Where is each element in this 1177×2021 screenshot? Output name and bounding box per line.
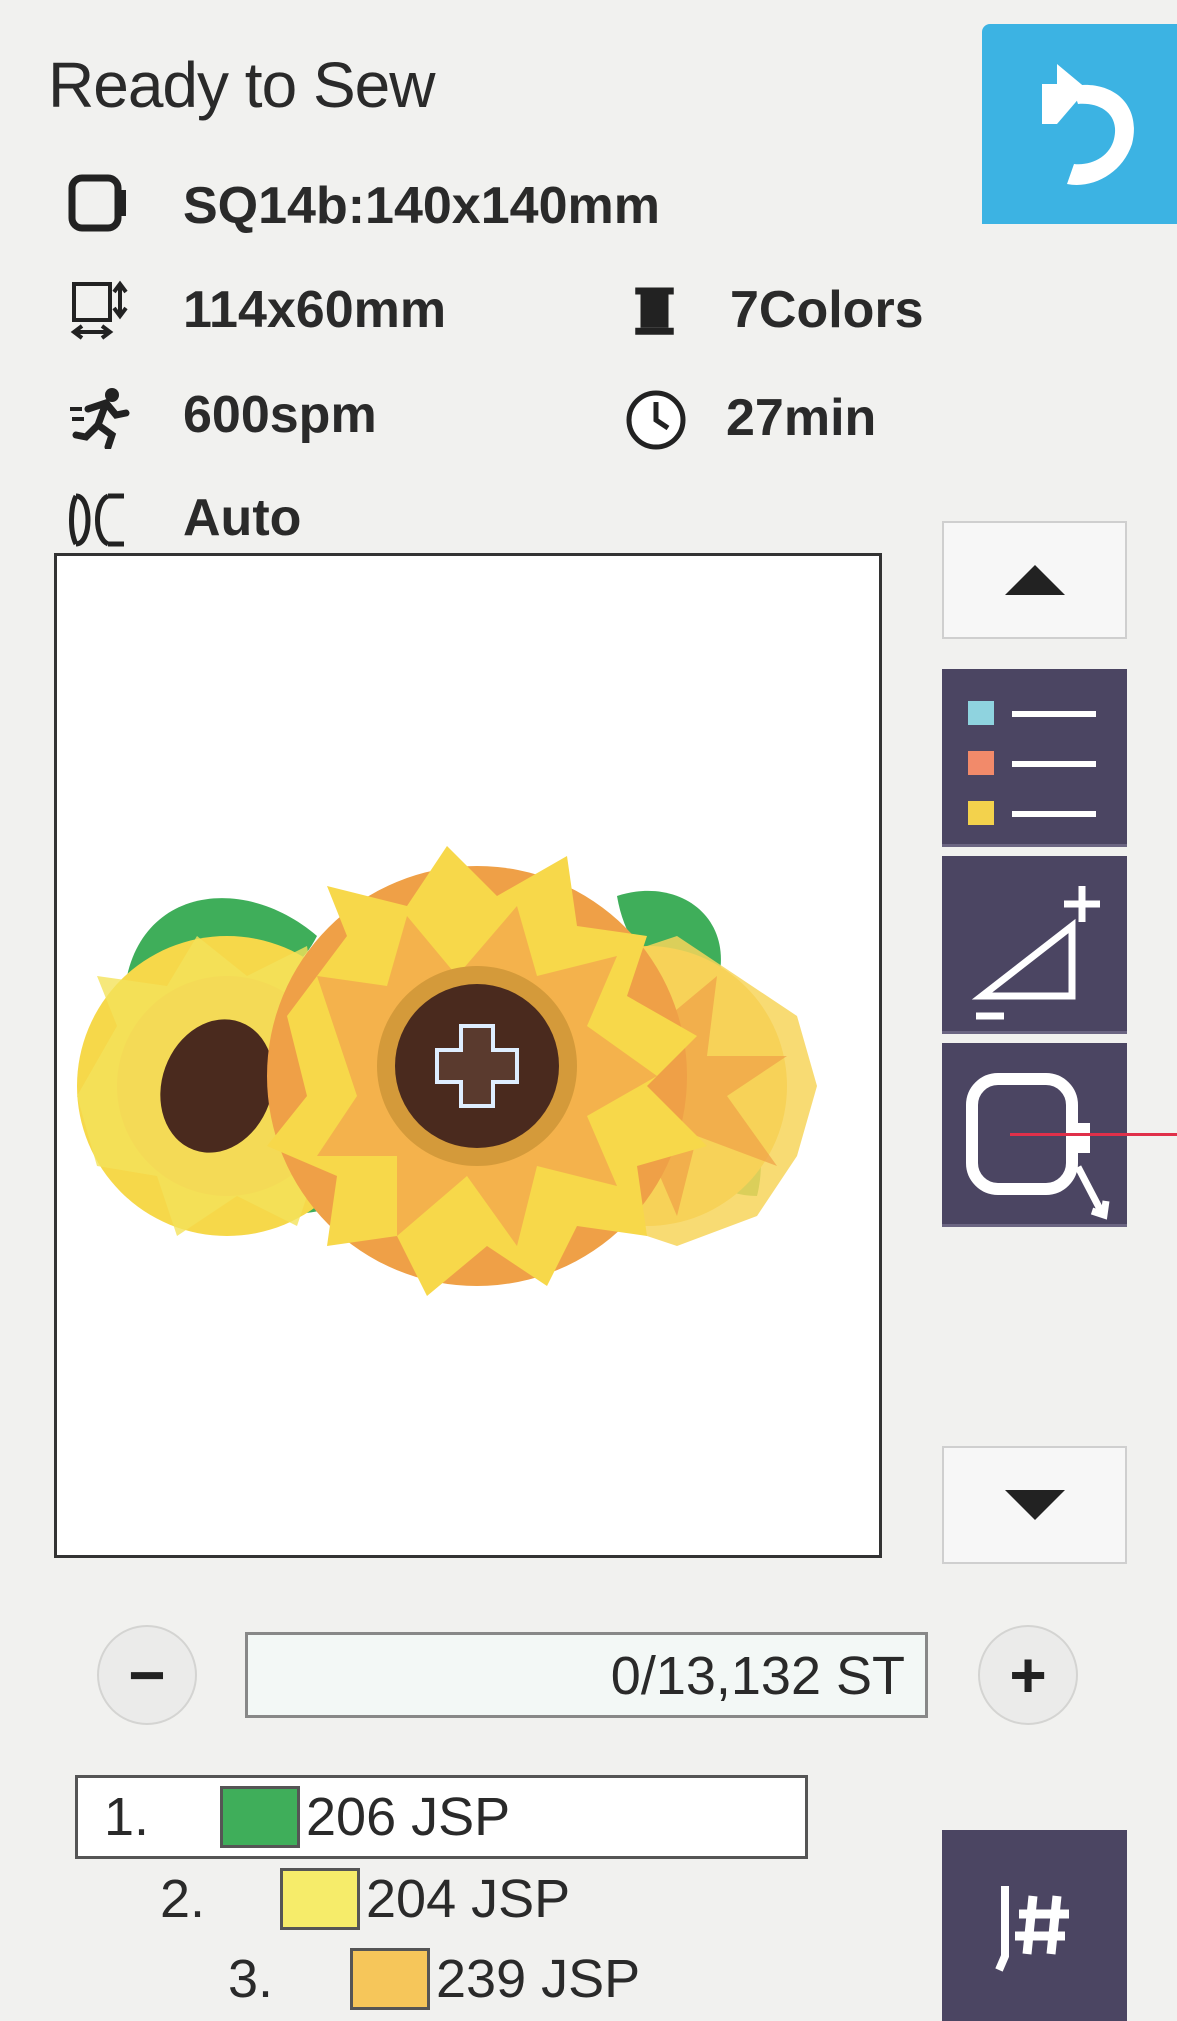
clock-icon [626, 390, 686, 450]
thread-color-swatch [350, 1948, 430, 2010]
triangle-down-icon [1004, 1490, 1065, 1520]
thread-color-swatch [220, 1786, 300, 1848]
thread-index: 3. [228, 1949, 274, 2009]
thread-index: 1. [104, 1787, 150, 1847]
minus-icon: − [128, 1639, 166, 1711]
thread-cut-text: Auto [183, 489, 302, 547]
color-list-icon [968, 701, 1096, 825]
page-title: Ready to Sew [48, 49, 435, 121]
thread-spool-icon [635, 287, 674, 335]
time-text: 27min [726, 389, 877, 447]
triangle-up-icon [1004, 565, 1065, 595]
thread-list-item[interactable]: 2. 204 JSP [160, 1860, 570, 1938]
thread-code: 239 JSP [436, 1949, 641, 2009]
thread-index: 2. [160, 1869, 206, 1929]
scroll-down-button[interactable] [942, 1446, 1127, 1564]
stitch-jump-button[interactable] [942, 1830, 1127, 2021]
scissors-icon [69, 493, 124, 547]
back-button[interactable] [982, 24, 1177, 224]
design-size-text: 114x60mm [183, 281, 447, 339]
resize-button[interactable] [942, 856, 1127, 1034]
colors-count-text: 7Colors [730, 281, 924, 339]
thread-list-item[interactable]: 1. 206 JSP [75, 1775, 808, 1859]
stitch-jump-icon [994, 1885, 1069, 1972]
resize-icon [971, 886, 1100, 1020]
running-man-icon [70, 388, 130, 449]
speed-text: 600spm [183, 386, 377, 444]
pointer-line [1010, 1133, 1177, 1136]
color-list-button[interactable] [942, 669, 1127, 847]
stitch-minus-button[interactable]: − [97, 1625, 197, 1725]
thread-list-item[interactable]: 3. 239 JSP [228, 1940, 640, 2018]
stitch-count-display: 0/13,132 ST [245, 1632, 928, 1718]
hoop-icon [68, 174, 126, 232]
return-arrow-icon [1042, 64, 1134, 185]
thread-color-swatch [280, 1868, 360, 1930]
design-size-icon [70, 280, 128, 340]
plus-icon: + [1009, 1639, 1047, 1711]
stitch-plus-button[interactable]: + [978, 1625, 1078, 1725]
thread-code: 204 JSP [366, 1869, 571, 1929]
hoop-size-text: SQ14b:140x140mm [183, 177, 660, 235]
design-preview[interactable] [54, 553, 882, 1558]
scroll-up-button[interactable] [942, 521, 1127, 639]
sunflower-embroidery-image [77, 846, 817, 1296]
thread-code: 206 JSP [306, 1787, 511, 1847]
